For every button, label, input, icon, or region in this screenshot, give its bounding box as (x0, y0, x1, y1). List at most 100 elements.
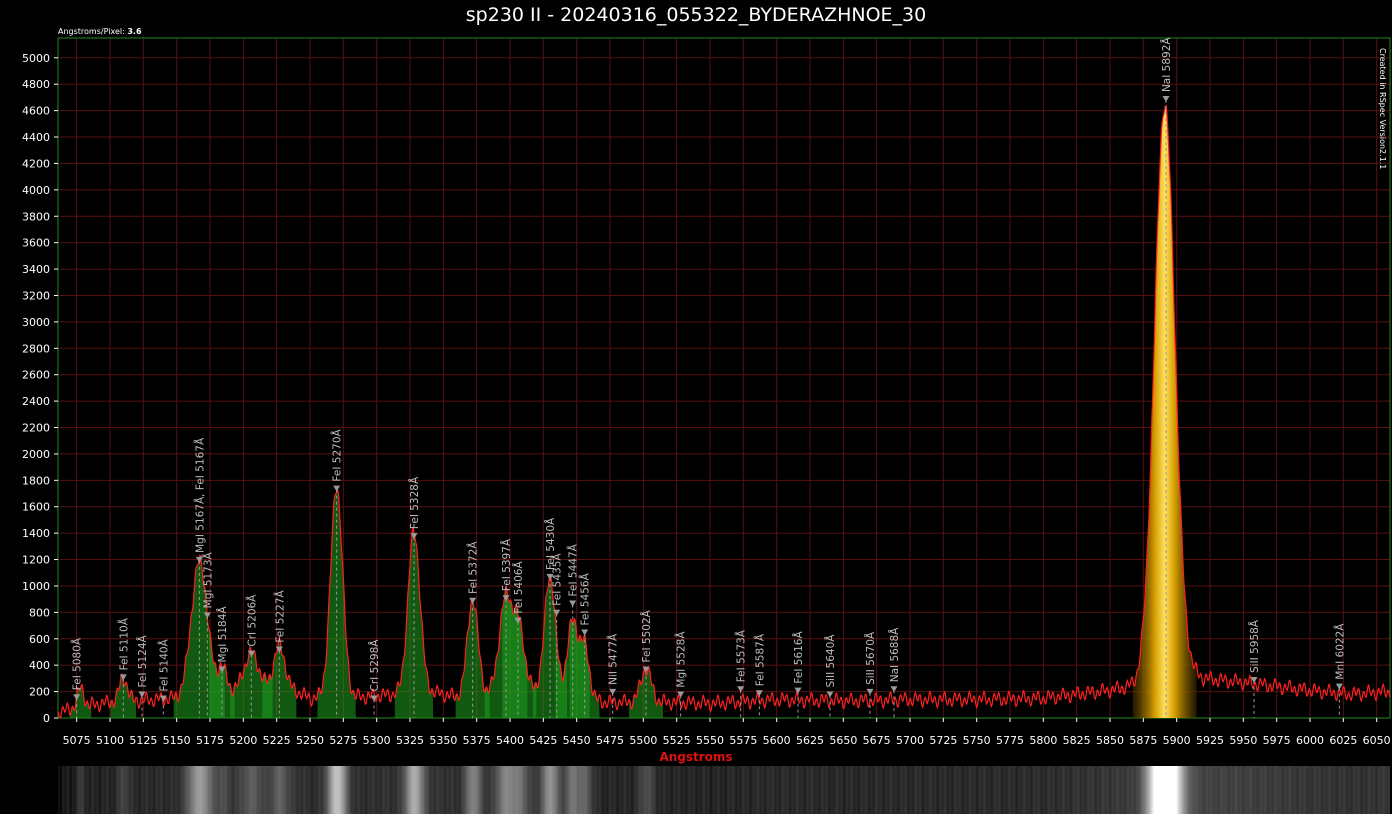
x-tick-label: 5800 (1029, 734, 1057, 747)
marker-label: CrI 5206Å (245, 594, 258, 647)
marker-label: CrI 5298Å (368, 639, 381, 692)
x-tick-label: 5950 (1229, 734, 1257, 747)
y-tick-label: 0 (43, 712, 50, 725)
marker-triangle (333, 485, 341, 492)
y-tick-label: 2400 (22, 395, 50, 408)
x-tick-label: 5325 (396, 734, 424, 747)
y-tick-label: 5000 (22, 52, 50, 65)
marker-label: FeI 5140Å (157, 638, 170, 691)
marker-label: FeI 5270Å (331, 428, 344, 481)
x-tick-label: 5125 (129, 734, 157, 747)
x-tick-label: 5725 (929, 734, 957, 747)
marker-label: SiII 5640Å (824, 634, 837, 688)
x-tick-label: 5525 (663, 734, 691, 747)
spectrum-strip-image (58, 766, 1390, 814)
marker-label: MgI 5184Å (216, 606, 229, 663)
x-tick-label: 5425 (529, 734, 557, 747)
marker-label: MgI 5528Å (675, 631, 688, 688)
x-tick-label: 5150 (163, 734, 191, 747)
marker-label: FeI 5372Å (467, 541, 480, 594)
y-tick-label: 400 (29, 659, 50, 672)
marker-triangle (794, 687, 802, 694)
y-axis: 0 200 400 600 800 1000 1200 1400 1600 1800 2000 220… (22, 52, 58, 725)
marker-label: FeI 5456Å (579, 572, 592, 625)
marker-triangle (1335, 683, 1343, 690)
x-tick-label: 5575 (729, 734, 757, 747)
x-tick-label: 5250 (296, 734, 324, 747)
marker-label: NaI 5688Å (888, 627, 901, 682)
marker-label: MgI 5173Å (201, 551, 214, 608)
marker-triangle (138, 691, 146, 698)
marker-triangle (1162, 96, 1170, 103)
marker-label: NaI 5892Å (1160, 37, 1173, 92)
x-tick-label: 5500 (629, 734, 657, 747)
x-tick-label: 5850 (1096, 734, 1124, 747)
x-tick-label: 5400 (496, 734, 524, 747)
marker-label: FeI 5397Å (500, 538, 513, 591)
x-tick-label: 6050 (1363, 734, 1391, 747)
x-tick-label: 5925 (1196, 734, 1224, 747)
x-tick-label: 6000 (1296, 734, 1324, 747)
x-tick-label: 5675 (863, 734, 891, 747)
x-tick-label: 5200 (229, 734, 257, 747)
x-tick-label: 5475 (596, 734, 624, 747)
x-tick-label: 5225 (263, 734, 291, 747)
y-tick-label: 1800 (22, 474, 50, 487)
y-tick-label: 4200 (22, 157, 50, 170)
x-axis: 5075 5100 5125 5150 5175 5200 5225 5250 5275 5300… (63, 718, 1391, 747)
x-tick-label: 5600 (763, 734, 791, 747)
marker-label: FeI 5124Å (136, 634, 149, 687)
x-tick-label: 6025 (1329, 734, 1357, 747)
x-tick-label: 5875 (1129, 734, 1157, 747)
y-tick-label: 3400 (22, 263, 50, 276)
x-tick-label: 5975 (1263, 734, 1291, 747)
x-tick-label: 5175 (196, 734, 224, 747)
y-tick-label: 1400 (22, 527, 50, 540)
y-tick-label: 800 (29, 606, 50, 619)
y-tick-label: 2800 (22, 342, 50, 355)
x-tick-label: 5650 (829, 734, 857, 747)
y-tick-label: 3200 (22, 289, 50, 302)
x-tick-label: 5825 (1063, 734, 1091, 747)
y-tick-label: 1600 (22, 501, 50, 514)
marker-label: FeI 5110Å (117, 617, 130, 670)
marker-label: FeI 5616Å (792, 631, 805, 684)
y-tick-label: 200 (29, 686, 50, 699)
y-tick-label: 1000 (22, 580, 50, 593)
y-tick-label: 3000 (22, 316, 50, 329)
x-tick-label: 5375 (463, 734, 491, 747)
y-tick-label: 4400 (22, 131, 50, 144)
credit-text: Created in RSpec Version2.1.1 (1378, 48, 1387, 170)
x-axis-title: Angstroms (659, 750, 733, 764)
marker-label: SiII 5670Å (864, 631, 877, 685)
y-tick-label: 2200 (22, 422, 50, 435)
y-tick-label: 3800 (22, 210, 50, 223)
peak-fills (70, 105, 1197, 718)
x-tick-label: 5300 (363, 734, 391, 747)
x-tick-label: 5450 (563, 734, 591, 747)
y-tick-label: 4600 (22, 105, 50, 118)
x-tick-label: 5700 (896, 734, 924, 747)
x-tick-label: 5275 (329, 734, 357, 747)
marker-label: FeI 5447Å (567, 543, 580, 596)
x-tick-label: 5075 (63, 734, 91, 747)
marker-triangle (469, 597, 477, 604)
marker-triangle (569, 600, 577, 607)
x-tick-label: 5350 (429, 734, 457, 747)
y-tick-label: 600 (29, 633, 50, 646)
marker-label: FeI 5227Å (273, 590, 286, 643)
marker-label: MnI 6022Å (1333, 623, 1346, 680)
marker-triangle (826, 691, 834, 698)
y-tick-label: 2600 (22, 369, 50, 382)
marker-label: FeI 5502Å (640, 609, 653, 662)
x-tick-label: 5625 (796, 734, 824, 747)
x-tick-label: 5750 (963, 734, 991, 747)
y-tick-label: 2000 (22, 448, 50, 461)
marker-label: FeI 5435Å (551, 553, 564, 606)
marker-label: SiII 5958Å (1248, 619, 1261, 673)
x-tick-label: 5550 (696, 734, 724, 747)
marker-label: FeI 5080Å (71, 637, 84, 690)
marker-label: NiI 5477Å (607, 633, 620, 685)
y-tick-label: 4800 (22, 78, 50, 91)
marker-label: FeI 5328Å (408, 476, 421, 529)
